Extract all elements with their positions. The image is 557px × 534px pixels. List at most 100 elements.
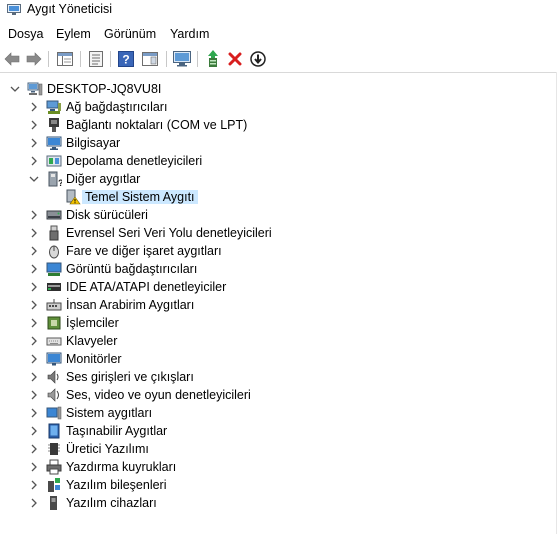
tree-item-monitors[interactable]: Monitörler [0,350,540,368]
network-adapter-icon [46,99,62,115]
expand-icon[interactable] [27,135,41,151]
help-icon: ? [118,51,134,67]
update-driver-icon [208,50,218,67]
keyboard-icon [46,333,62,349]
back-button[interactable] [2,49,22,69]
tree-item-ide-controllers[interactable]: IDE ATA/ATAPI denetleyiciler [0,278,540,296]
expand-icon[interactable] [27,333,41,349]
tree-item-processors[interactable]: İşlemciler [0,314,540,332]
scan-hardware-button[interactable] [172,49,192,69]
expand-icon[interactable] [27,243,41,259]
expand-icon[interactable] [27,441,41,457]
tree-item-label: Fare ve diğer işaret aygıtları [66,244,222,258]
tree-root[interactable]: DESKTOP-JQ8VU8I [0,80,540,98]
disk-drive-icon [46,207,62,223]
expand-icon[interactable] [27,387,41,403]
tree-item-hid[interactable]: İnsan Arabirim Aygıtları [0,296,540,314]
expand-icon[interactable] [27,279,41,295]
sound-icon [46,387,62,403]
ide-controller-icon [46,279,62,295]
menu-view[interactable]: Görünüm [104,27,156,41]
toolbar-separator [80,51,81,67]
tree-item-network-adapters[interactable]: Ağ bağdaştırıcıları [0,98,540,116]
tree-item-label: Sistem aygıtları [66,406,153,420]
disable-device-icon [250,51,266,67]
tree-item-display-adapters[interactable]: Görüntü bağdaştırıcıları [0,260,540,278]
tree-item-software-components[interactable]: Yazılım bileşenleri [0,476,540,494]
usb-icon [46,225,62,241]
monitor-icon [46,351,62,367]
tree-item-system-devices[interactable]: Sistem aygıtları [0,404,540,422]
tree-item-disk-drives[interactable]: Disk sürücüleri [0,206,540,224]
processor-icon [46,315,62,331]
expand-icon[interactable] [27,315,41,331]
tree-item-label: Evrensel Seri Veri Yolu denetleyicileri [66,226,272,240]
expand-icon[interactable] [27,153,41,169]
action-pane-icon [142,52,158,66]
expand-icon[interactable] [27,207,41,223]
properties-button[interactable] [86,49,106,69]
tree-item-mice[interactable]: Fare ve diğer işaret aygıtları [0,242,540,260]
collapse-icon[interactable] [27,171,41,187]
tree-item-audio-inputs-outputs[interactable]: Ses girişleri ve çıkışları [0,368,540,386]
expand-icon[interactable] [27,117,41,133]
tree-item-basic-system-device[interactable]: Temel Sistem Aygıtı [0,188,540,206]
tree-item-keyboards[interactable]: Klavyeler [0,332,540,350]
toolbar-separator [166,51,167,67]
printer-icon [46,459,62,475]
tree-item-software-devices[interactable]: Yazılım cihazları [0,494,540,512]
expand-icon[interactable] [27,495,41,511]
tree-item-label: Bağlantı noktaları (COM ve LPT) [66,118,248,132]
expand-icon[interactable] [27,369,41,385]
tree-item-portable-devices[interactable]: Taşınabilir Aygıtlar [0,422,540,440]
expand-icon[interactable] [27,459,41,475]
tree-item-label: Ses girişleri ve çıkışları [66,370,194,384]
menu-action[interactable]: Eylem [56,27,91,41]
tree-item-storage-controllers[interactable]: Depolama denetleyicileri [0,152,540,170]
software-component-icon [46,477,62,493]
portable-device-icon [46,423,62,439]
tree-item-sound-video-game[interactable]: Ses, video ve oyun denetleyicileri [0,386,540,404]
tree-item-usb-controllers[interactable]: Evrensel Seri Veri Yolu denetleyicileri [0,224,540,242]
expand-icon[interactable] [27,225,41,241]
port-icon [46,117,62,133]
speaker-icon [46,369,62,385]
tree-item-computer[interactable]: Bilgisayar [0,134,540,152]
title-bar: Aygıt Yöneticisi [0,0,557,20]
tree-item-print-queues[interactable]: Yazdırma kuyrukları [0,458,540,476]
expand-icon[interactable] [27,261,41,277]
tree-item-label: Ses, video ve oyun denetleyicileri [66,388,251,402]
tree-item-firmware[interactable]: Üretici Yazılımı [0,440,540,458]
storage-controller-icon [46,153,62,169]
expand-icon[interactable] [27,477,41,493]
forward-button[interactable] [24,49,44,69]
action-pane-button[interactable] [140,49,160,69]
tree-item-other-devices[interactable]: ? Diğer aygıtlar [0,170,540,188]
help-button[interactable]: ? [116,49,136,69]
tree-item-label: Depolama denetleyicileri [66,154,203,168]
menu-help[interactable]: Yardım [170,27,209,41]
device-manager-icon [7,4,21,15]
svg-text:?: ? [58,178,62,187]
tree-item-label: IDE ATA/ATAPI denetleyiciler [66,280,227,294]
update-driver-button[interactable] [203,49,223,69]
uninstall-device-button[interactable] [225,49,245,69]
expand-icon[interactable] [27,99,41,115]
tree-item-label: Monitörler [66,352,122,366]
disable-device-button[interactable] [248,49,268,69]
menu-file[interactable]: Dosya [8,27,43,41]
tree-item-label: Yazılım bileşenleri [66,478,167,492]
toolbar-separator [110,51,111,67]
tree-item-label: Klavyeler [66,334,118,348]
expand-icon[interactable] [27,405,41,421]
tree-root-label: DESKTOP-JQ8VU8I [47,82,162,96]
expand-icon[interactable] [27,297,41,313]
expand-icon[interactable] [27,423,41,439]
collapse-icon[interactable] [8,81,22,97]
show-hide-console-tree-button[interactable] [55,49,75,69]
tree-item-label: İşlemciler [66,316,119,330]
software-device-icon [46,495,62,511]
other-devices-icon: ? [46,171,62,187]
expand-icon[interactable] [27,351,41,367]
tree-item-ports[interactable]: Bağlantı noktaları (COM ve LPT) [0,116,540,134]
